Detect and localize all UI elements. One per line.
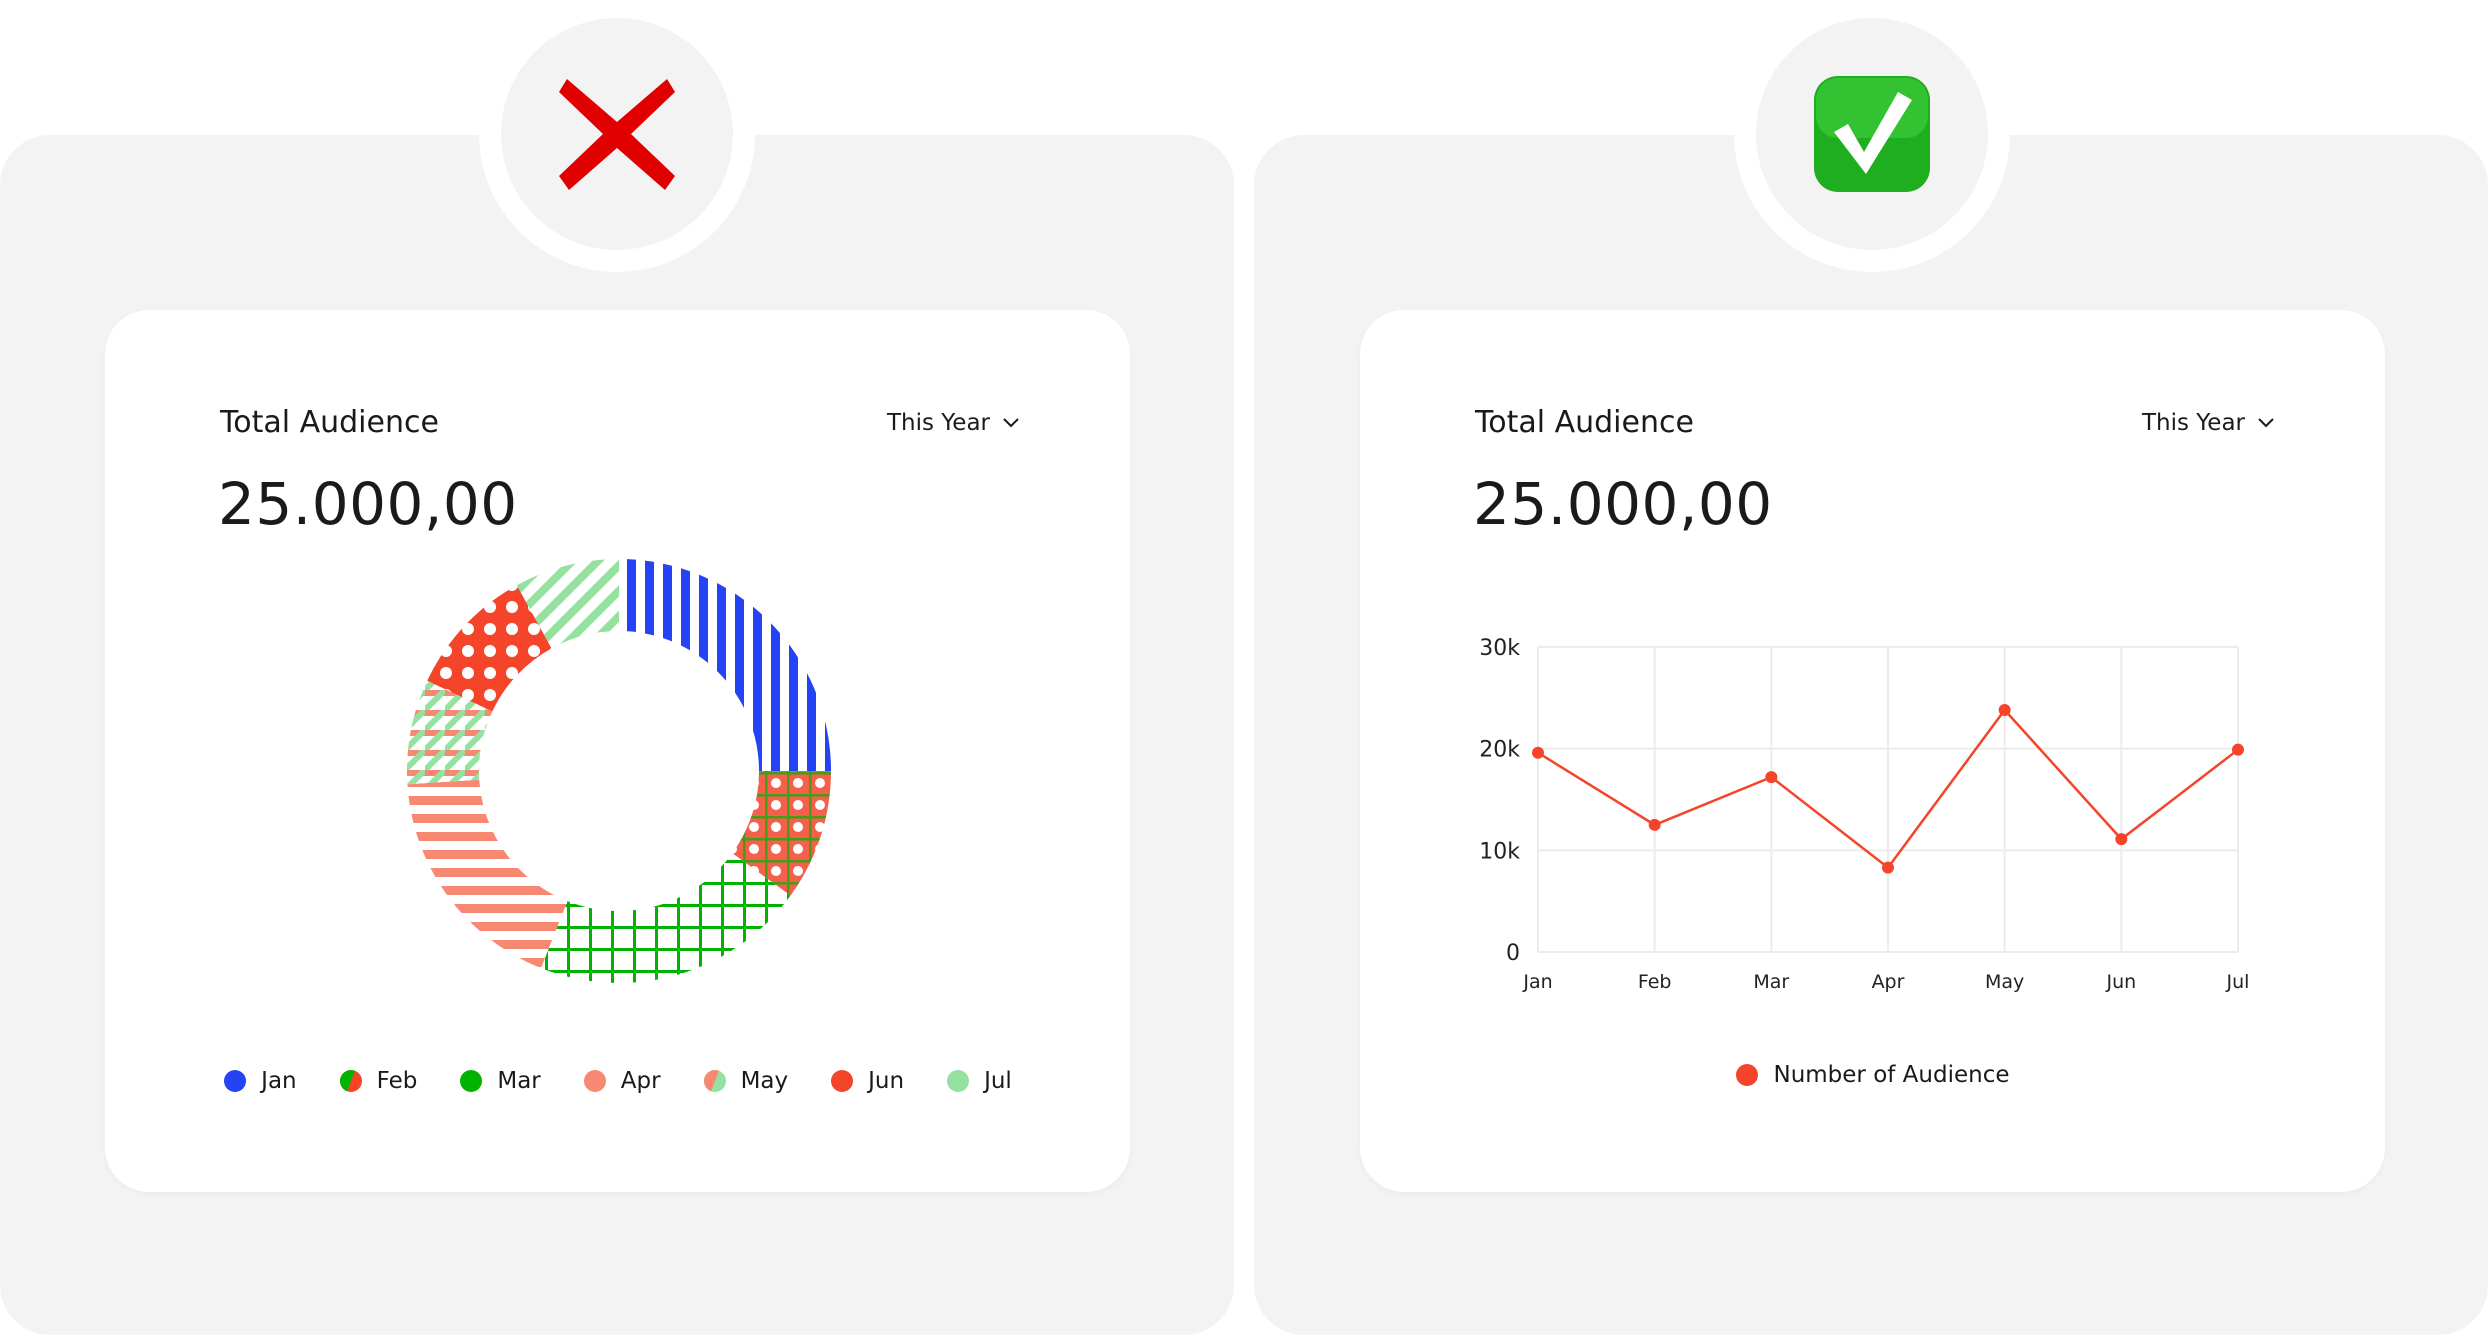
legend-label: Number of Audience [1773,1062,2010,1088]
donut-slice-jun [427,585,552,712]
legend-swatch-icon [460,1070,483,1092]
legend-item-jun[interactable]: Jun [830,1068,904,1094]
total-value: 25.000,00 [218,470,518,538]
data-point-mar[interactable] [1765,771,1778,784]
legend-item-jul[interactable]: Jul [946,1068,1012,1094]
data-point-may[interactable] [1998,704,2011,717]
period-dropdown[interactable]: This Year [887,410,1020,436]
legend-label: May [740,1068,789,1094]
bad-badge [501,18,733,250]
legend-label: Apr [620,1068,661,1094]
chevron-down-icon [1003,418,1019,428]
x-tick-label: Feb [1638,971,1672,993]
data-point-feb[interactable] [1648,818,1661,831]
x-tick-label: Jan [1522,971,1552,993]
y-tick-label: 10k [1479,839,1520,864]
audience-card-donut: Total Audience This Year 25.000,00 Jan Fe… [105,310,1130,1192]
legend-item-jan[interactable]: Jan [223,1068,297,1094]
x-tick-label: Apr [1872,971,1905,993]
legend-item-feb[interactable]: Feb [339,1068,418,1094]
period-label: This Year [886,410,990,436]
legend-swatch-icon [703,1070,726,1092]
donut-slice-feb [732,771,831,896]
legend-label: Jun [868,1068,905,1094]
legend-swatch-icon [339,1070,362,1092]
legend-dot-icon [1736,1064,1759,1086]
donut-slice-jul [516,559,619,649]
data-point-jan[interactable] [1532,746,1544,759]
donut-slice-may [407,680,493,785]
line-chart: 0 10k 20k 30k Jan Feb Mar Apr May Jun Jul [1479,636,2250,993]
y-tick-label: 20k [1479,738,1520,763]
card-title: Total Audience [220,405,439,440]
legend-swatch-icon [224,1070,247,1092]
legend-swatch-icon [583,1070,606,1092]
legend-swatch-icon [831,1070,854,1092]
x-tick-label: May [1985,971,2024,993]
legend-label: Jul [984,1068,1012,1094]
x-tick-label: Jun [2105,971,2136,993]
legend-label: Feb [376,1068,418,1094]
line-legend: Number of Audience [1360,1062,2385,1088]
data-point-jul[interactable] [2232,743,2244,756]
donut-legend: Jan Feb Mar Apr May Jun Jul [105,1068,1130,1094]
legend-item-may[interactable]: May [703,1068,789,1094]
legend-label: Jan [261,1068,297,1094]
red-x-icon [559,79,675,190]
legend-item-mar[interactable]: Mar [459,1068,541,1094]
audience-card-line: Total Audience This Year 25.000,00 0 10k 2… [1360,310,2385,1192]
green-check-icon [1814,76,1930,192]
donut-chart [407,559,831,983]
x-tick-label: Mar [1753,971,1789,993]
y-tick-label: 0 [1506,941,1520,966]
legend-swatch-icon [947,1070,970,1092]
donut-slice-jan [619,559,831,771]
donut-slice-apr [407,779,568,969]
legend-item-apr[interactable]: Apr [583,1068,661,1094]
legend-label: Mar [497,1068,541,1094]
data-point-apr[interactable] [1882,861,1894,874]
data-point-jun[interactable] [2115,833,2128,846]
x-tick-label: Jul [2226,971,2250,993]
y-tick-label: 30k [1479,636,1520,661]
donut-slice-mar [540,853,791,983]
good-badge [1756,18,1988,250]
